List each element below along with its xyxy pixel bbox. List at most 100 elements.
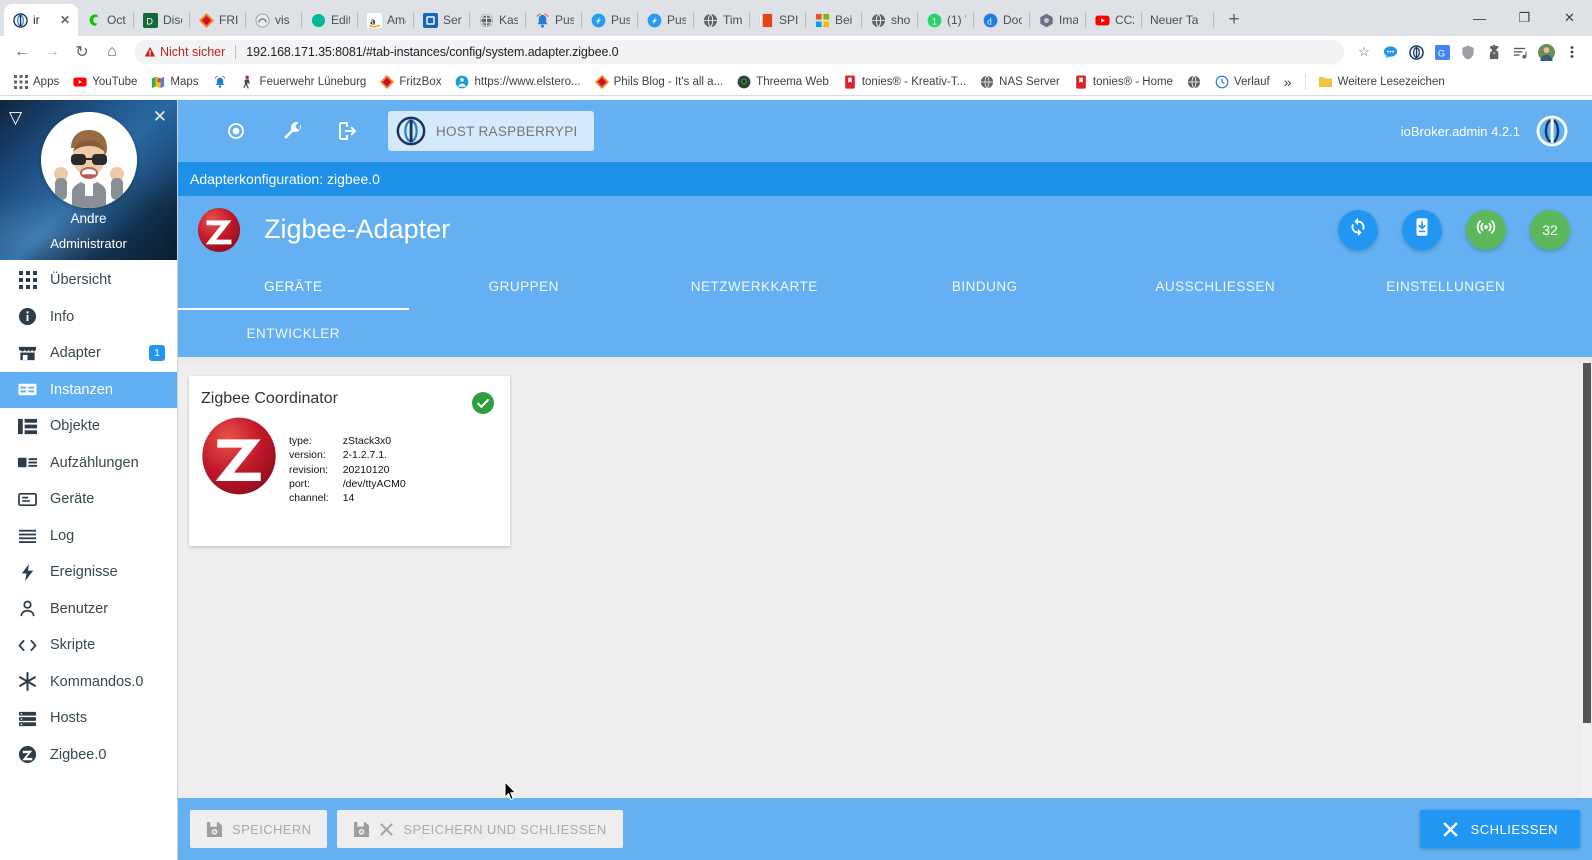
sidebar-item-skripte[interactable]: Skripte xyxy=(0,627,177,664)
shield-icon[interactable] xyxy=(1456,40,1480,64)
browser-tab[interactable]: a Ama xyxy=(358,4,414,36)
bookmark-item[interactable]: Phils Blog - It's all a... xyxy=(589,73,730,91)
bookmarks-overflow-button[interactable]: » xyxy=(1278,72,1298,92)
browser-tab[interactable]: d Doo xyxy=(974,4,1030,36)
browser-tab[interactable]: CC26 xyxy=(1086,4,1142,36)
sidebar-item-info[interactable]: Info xyxy=(0,299,177,336)
bookmark-item[interactable]: YouTube xyxy=(67,73,143,91)
wrench-icon[interactable] xyxy=(264,108,320,154)
sidebar-item-bersicht[interactable]: Übersicht xyxy=(0,262,177,299)
browser-tab[interactable]: SPIE xyxy=(750,4,806,36)
property-value: zStack3x0 xyxy=(342,435,392,447)
browser-tab[interactable]: FRIT xyxy=(190,4,246,36)
chat-icon[interactable] xyxy=(1378,40,1402,64)
browser-tab[interactable]: Edit xyxy=(302,4,358,36)
close-dialog-button[interactable]: SCHLIESSEN xyxy=(1419,810,1580,848)
bookmark-item[interactable]: NAS Server xyxy=(974,73,1066,91)
bookmark-item[interactable]: Maps xyxy=(145,73,204,91)
bookmark-item[interactable]: tonies® - Home xyxy=(1068,73,1179,91)
bookmark-item[interactable]: tonies® - Kreativ-T... xyxy=(837,73,972,91)
sidebar-item-ereignisse[interactable]: Ereignisse xyxy=(0,554,177,591)
admin-version-label: ioBroker.admin 4.2.1 xyxy=(1400,123,1520,139)
eye-icon[interactable] xyxy=(208,108,264,154)
content-scrollbar[interactable] xyxy=(1582,363,1592,798)
coordinator-card[interactable]: Zigbee Coordinator type: zStack3x0 versi… xyxy=(189,376,510,546)
sidebar-item-adapter[interactable]: Adapter 1 xyxy=(0,335,177,372)
sidebar-item-ger-te[interactable]: Geräte xyxy=(0,481,177,518)
collapse-triangle-icon[interactable]: ▽ xyxy=(9,109,22,126)
sidebar-item-instanzen[interactable]: Instanzen xyxy=(0,371,177,408)
translate-icon[interactable]: G xyxy=(1430,40,1454,64)
tab-entwickler[interactable]: ENTWICKLER xyxy=(178,310,409,357)
bookmark-star-icon[interactable]: ☆ xyxy=(1352,40,1376,64)
tab-ausschliessen[interactable]: AUSSCHLIESSEN xyxy=(1100,263,1331,310)
browser-tab[interactable]: Push xyxy=(582,4,638,36)
browser-tab[interactable]: Push xyxy=(526,4,582,36)
whatsapp-icon: 1 xyxy=(926,12,942,28)
scrollbar-thumb[interactable] xyxy=(1583,363,1591,723)
bookmark-item[interactable]: Verlauf xyxy=(1209,73,1276,91)
sidebar-item-benutzer[interactable]: Benutzer xyxy=(0,591,177,628)
app-sidebar: ▽ ✕ Andre Administrator Übersicht Info A… xyxy=(0,100,178,860)
pairing-button[interactable] xyxy=(1466,209,1506,250)
bookmark-item[interactable] xyxy=(1181,73,1207,91)
close-window-button[interactable]: ✕ xyxy=(1547,2,1592,34)
not-secure-indicator[interactable]: Nicht sicher xyxy=(144,45,225,59)
browser-tab[interactable]: Octo xyxy=(78,4,134,36)
browser-tab[interactable]: Serv xyxy=(414,4,470,36)
tab-ger-te[interactable]: GERÄTE xyxy=(178,263,409,310)
browser-tab-title: Bei l xyxy=(835,13,854,27)
tab-close-icon[interactable]: ✕ xyxy=(60,13,70,27)
close-icon[interactable]: ✕ xyxy=(153,108,167,125)
tab-gruppen[interactable]: GRUPPEN xyxy=(409,263,640,310)
browser-tab[interactable]: Kasp xyxy=(470,4,526,36)
bookmark-item[interactable]: FritzBox xyxy=(374,73,447,91)
tab-netzwerkkarte[interactable]: NETZWERKKARTE xyxy=(639,263,870,310)
host-selector[interactable]: HOST RASPBERRYPI xyxy=(388,111,594,151)
back-button[interactable]: ← xyxy=(8,38,36,66)
tab-bindung[interactable]: BINDUNG xyxy=(870,263,1101,310)
refresh-button[interactable] xyxy=(1338,209,1378,250)
browser-tab[interactable]: vis xyxy=(246,4,302,36)
more-menu-icon[interactable] xyxy=(1560,40,1584,64)
sidebar-item-kommandos-0[interactable]: Kommandos.0 xyxy=(0,664,177,701)
sidebar-item-objekte[interactable]: Objekte xyxy=(0,408,177,445)
new-tab-button[interactable]: + xyxy=(1220,6,1248,34)
bookmark-item[interactable]: Apps xyxy=(8,73,65,91)
reading-list-icon[interactable] xyxy=(1508,40,1532,64)
avatar[interactable] xyxy=(40,112,137,208)
sidebar-item-zigbee-0[interactable]: Zigbee.0 xyxy=(0,737,177,774)
other-bookmarks-folder[interactable]: Weitere Lesezeichen xyxy=(1313,73,1451,91)
browser-tab[interactable]: Bei l xyxy=(806,4,862,36)
browser-tab[interactable]: Time xyxy=(694,4,750,36)
save-button[interactable]: SPEICHERN xyxy=(190,810,328,848)
save-and-close-button[interactable]: SPEICHERN UND SCHLIESSEN xyxy=(337,810,623,848)
bookmark-item[interactable] xyxy=(207,73,233,91)
update-firmware-button[interactable] xyxy=(1402,209,1442,250)
sidebar-item-hosts[interactable]: Hosts xyxy=(0,700,177,737)
browser-tab[interactable]: Neuer Ta xyxy=(1142,4,1214,36)
forward-button[interactable]: → xyxy=(38,38,66,66)
browser-tab[interactable]: shop xyxy=(862,4,918,36)
browser-tab[interactable]: Imag xyxy=(1030,4,1086,36)
minimize-button[interactable]: — xyxy=(1457,2,1502,34)
sidebar-item-log[interactable]: Log xyxy=(0,518,177,555)
reload-button[interactable]: ↻ xyxy=(68,38,96,66)
sidebar-item-aufz-hlungen[interactable]: Aufzählungen xyxy=(0,445,177,482)
device-count-badge[interactable]: 32 xyxy=(1530,209,1570,250)
browser-tab[interactable]: ir ✕ xyxy=(4,4,78,36)
browser-tab[interactable]: Push xyxy=(638,4,694,36)
address-bar[interactable]: Nicht sicher 192.168.171.35:8081/#tab-in… xyxy=(134,40,1344,64)
profile-avatar[interactable] xyxy=(1534,40,1558,64)
tab-einstellungen[interactable]: EINSTELLUNGEN xyxy=(1331,263,1562,310)
browser-tab[interactable]: D Disc xyxy=(134,4,190,36)
bookmark-item[interactable]: Threema Web xyxy=(731,73,835,91)
home-button[interactable]: ⌂ xyxy=(98,38,126,66)
login-arrow-icon[interactable] xyxy=(320,108,376,154)
bookmark-item[interactable]: https://www.elstero... xyxy=(449,73,586,91)
puzzle-icon[interactable] xyxy=(1482,40,1506,64)
browser-tab[interactable]: 1 (1) V xyxy=(918,4,974,36)
iobroker-ext-icon[interactable] xyxy=(1404,40,1428,64)
maximize-button[interactable]: ❐ xyxy=(1502,2,1547,34)
bookmark-item[interactable]: Feuerwehr Lüneburg xyxy=(235,73,373,91)
